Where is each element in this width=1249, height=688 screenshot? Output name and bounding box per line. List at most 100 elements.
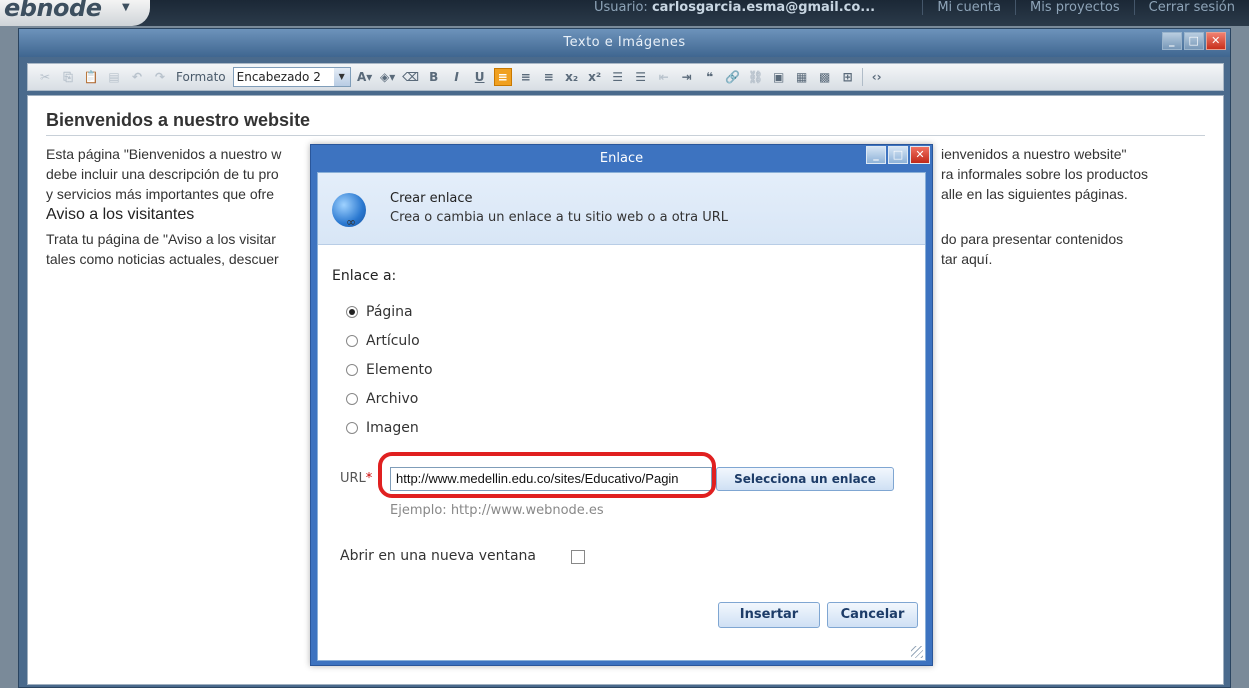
globe-link-icon: ∞ <box>332 193 366 229</box>
link-dialog-titlebar[interactable]: Enlace _ □ ✕ <box>317 145 930 172</box>
chevron-down-icon: ▼ <box>122 2 130 13</box>
paragraph-1-right-line-1: ienvenidos a nuestro website" <box>941 146 1127 162</box>
maximize-icon[interactable]: □ <box>888 146 908 164</box>
image-icon[interactable]: ▣ <box>770 68 788 86</box>
paste-icon[interactable]: 📋 <box>82 68 100 86</box>
background-color-icon[interactable]: ◈▾ <box>379 68 397 86</box>
paragraph-1-right: ienvenidos a nuestro website" ra informa… <box>941 144 1205 204</box>
close-icon[interactable]: ✕ <box>910 146 930 164</box>
chevron-down-icon[interactable]: ▼ <box>333 68 350 86</box>
webnode-logo-tab[interactable]: ebnode ▼ <box>0 0 150 26</box>
cancel-button[interactable]: Cancelar <box>827 602 918 628</box>
dialog-window-controls: _ □ ✕ <box>866 146 930 164</box>
superscript-icon[interactable]: x² <box>586 68 604 86</box>
paragraph-1-right-line-3: alle en las siguientes páginas. <box>941 186 1128 202</box>
paragraph-2-line-2: tales como noticias actuales, descuer <box>46 251 279 267</box>
resize-grip-icon[interactable] <box>911 646 923 658</box>
paragraph-1-line-2: debe incluir una descripción de tu pro <box>46 166 279 182</box>
required-marker: * <box>365 471 373 486</box>
my-account-link[interactable]: Mi cuenta <box>922 0 1015 15</box>
paragraph-1-right-line-2: ra informales sobre los productos <box>941 166 1148 182</box>
paragraph-2-right: do para presentar contenidos tar aquí. <box>941 229 1205 269</box>
new-window-checkbox[interactable] <box>571 550 585 564</box>
user-info: Usuario: carlosgarcia.esma@gmail.co... <box>594 0 875 15</box>
align-center-icon[interactable]: ≡ <box>517 68 535 86</box>
url-label-text: URL <box>340 471 366 486</box>
underline-icon[interactable]: U <box>471 68 489 86</box>
radio-label: Archivo <box>366 390 419 407</box>
subscript-icon[interactable]: x₂ <box>563 68 581 86</box>
user-email: carlosgarcia.esma@gmail.co... <box>651 0 876 15</box>
radio-button[interactable] <box>346 363 358 376</box>
source-code-icon[interactable]: ‹› <box>868 68 886 86</box>
link-dialog-body: ∞ Crear enlace Crea o cambia un enlace a… <box>317 172 926 661</box>
editor-title: Texto e Imágenes <box>563 35 686 50</box>
content-heading-1: Bienvenidos a nuestro website <box>46 110 1205 136</box>
format-select-value: Encabezado 2 <box>236 70 321 84</box>
radio-option-article[interactable]: Artículo <box>346 326 433 355</box>
toolbar-separator <box>861 68 863 86</box>
paragraph-2-right-line-1: do para presentar contenidos <box>941 231 1124 247</box>
cut-icon[interactable]: ✂ <box>36 68 54 86</box>
minimize-icon[interactable]: _ <box>1162 32 1182 50</box>
eraser-icon[interactable]: ⌫ <box>402 68 420 86</box>
link-to-label: Enlace a: <box>332 268 397 284</box>
outdent-icon[interactable]: ⇤ <box>655 68 673 86</box>
paste-text-icon[interactable]: ▤ <box>105 68 123 86</box>
radio-button[interactable] <box>346 305 358 318</box>
paragraph-2-right-line-2: tar aquí. <box>941 251 993 267</box>
radio-label: Elemento <box>366 361 433 378</box>
chain-icon: ∞ <box>346 215 356 229</box>
url-label: URL* <box>340 471 372 486</box>
bold-icon[interactable]: B <box>425 68 443 86</box>
paragraph-1-line-1: Esta página "Bienvenidos a nuestro w <box>46 146 282 162</box>
logout-link[interactable]: Cerrar sesión <box>1133 0 1249 15</box>
create-link-title: Crear enlace <box>390 191 473 206</box>
radio-label: Artículo <box>366 332 420 349</box>
radio-button[interactable] <box>346 392 358 405</box>
indent-icon[interactable]: ⇥ <box>678 68 696 86</box>
unordered-list-icon[interactable]: ☰ <box>632 68 650 86</box>
link-dialog: Enlace _ □ ✕ ∞ Crear enlace Crea o cambi… <box>310 144 933 666</box>
format-label: Formato <box>176 70 226 84</box>
webnode-logo: ebnode <box>4 0 102 22</box>
select-link-button[interactable]: Selecciona un enlace <box>716 467 894 491</box>
align-right-icon[interactable]: ≡ <box>540 68 558 86</box>
url-highlight-annotation <box>378 452 716 498</box>
maximize-icon[interactable]: □ <box>1184 32 1204 50</box>
radio-option-file[interactable]: Archivo <box>346 384 433 413</box>
undo-icon[interactable]: ↶ <box>128 68 146 86</box>
create-link-subtitle: Crea o cambia un enlace a tu sitio web o… <box>390 210 728 225</box>
align-left-icon[interactable]: ≡ <box>493 68 512 86</box>
editor-window-controls: _ □ ✕ <box>1162 32 1226 50</box>
top-links: Mi cuenta Mis proyectos Cerrar sesión <box>922 0 1249 15</box>
copy-icon[interactable]: ⎘ <box>59 68 77 86</box>
link-dialog-title: Enlace <box>599 151 644 166</box>
paragraph-2-left: Trata tu página de "Aviso a los visitar … <box>46 229 279 269</box>
flash-icon[interactable]: ▦ <box>793 68 811 86</box>
close-icon[interactable]: ✕ <box>1206 32 1226 50</box>
radio-label: Imagen <box>366 419 419 436</box>
new-window-label: Abrir en una nueva ventana <box>340 548 536 564</box>
my-projects-link[interactable]: Mis proyectos <box>1015 0 1134 15</box>
text-color-icon[interactable]: A▾ <box>356 68 374 86</box>
radio-button[interactable] <box>346 421 358 434</box>
ordered-list-icon[interactable]: ☰ <box>609 68 627 86</box>
table-icon[interactable]: ⊞ <box>839 68 857 86</box>
insert-button[interactable]: Insertar <box>718 602 820 628</box>
user-label: Usuario: <box>594 0 648 15</box>
minimize-icon[interactable]: _ <box>866 146 886 164</box>
redo-icon[interactable]: ↷ <box>151 68 169 86</box>
link-icon[interactable]: 🔗 <box>724 68 742 86</box>
editor-titlebar[interactable]: Texto e Imágenes _ □ ✕ <box>19 29 1230 57</box>
radio-option-page[interactable]: Página <box>346 297 433 326</box>
radio-button[interactable] <box>346 334 358 347</box>
quote-icon[interactable]: ❝ <box>701 68 719 86</box>
radio-option-element[interactable]: Elemento <box>346 355 433 384</box>
format-select[interactable]: Encabezado 2 ▼ <box>232 67 351 87</box>
unlink-icon[interactable]: ⛓ <box>747 68 765 86</box>
site-topbar: ebnode ▼ Usuario: carlosgarcia.esma@gmai… <box>0 0 1249 26</box>
italic-icon[interactable]: I <box>448 68 466 86</box>
media-icon[interactable]: ▩ <box>816 68 834 86</box>
radio-option-image[interactable]: Imagen <box>346 413 433 442</box>
